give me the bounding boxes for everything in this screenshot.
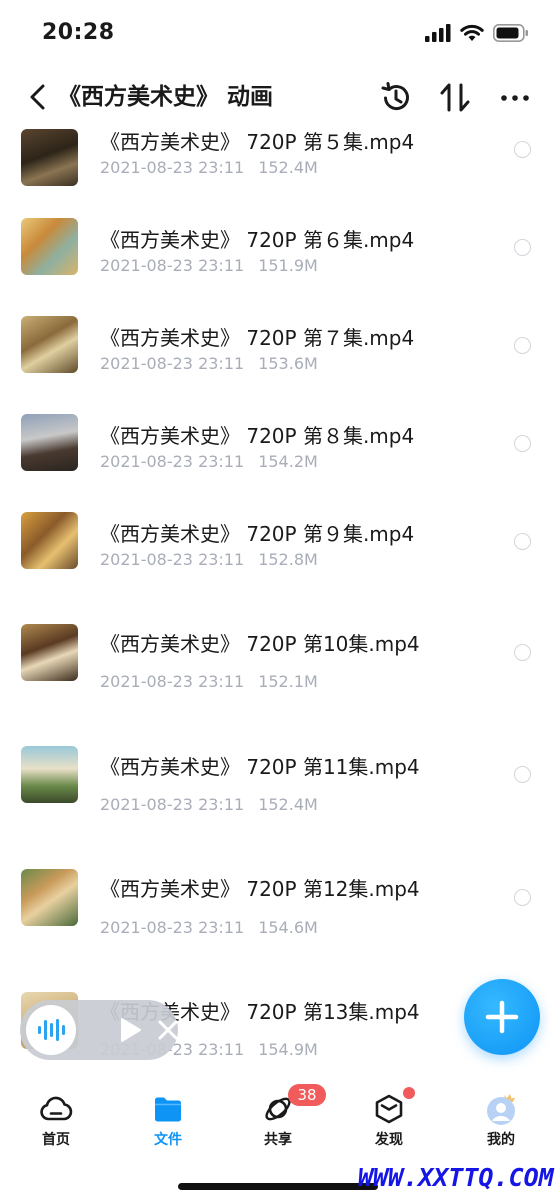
status-time: 20:28 <box>42 20 115 45</box>
select-radio[interactable] <box>514 435 531 452</box>
file-name: 《西方美术史》 720P 第12集.mp4 <box>100 877 420 901</box>
sort-icon[interactable] <box>437 80 473 116</box>
video-thumbnail <box>21 746 78 803</box>
status-icons <box>425 24 529 42</box>
folder-icon <box>155 1097 181 1122</box>
file-name: 《西方美术史》 720P 第５集.mp4 <box>100 130 415 154</box>
sound-wave-icon <box>38 1019 65 1041</box>
select-radio[interactable] <box>514 337 531 354</box>
tab-home[interactable]: 首页 <box>16 1092 96 1152</box>
tab-label: 首页 <box>42 1132 70 1148</box>
file-size: 154.6M <box>258 918 318 937</box>
file-meta: 2021-08-23 23:11 153.6M <box>100 354 318 373</box>
file-date: 2021-08-23 23:11 <box>100 795 245 814</box>
file-name: 《西方美术史》 720P 第９集.mp4 <box>100 522 415 546</box>
file-name: 《西方美术史》 720P 第10集.mp4 <box>100 632 420 656</box>
file-list: 《西方美术史》 720P 第５集.mp4 2021-08-23 23:11 152… <box>0 126 555 1070</box>
tab-label: 发现 <box>375 1132 403 1148</box>
tab-label: 文件 <box>154 1132 182 1148</box>
file-size: 152.4M <box>258 158 318 177</box>
video-thumbnail <box>21 414 78 471</box>
status-bar: 20:28 <box>0 0 555 70</box>
battery-icon <box>493 24 528 42</box>
file-meta: 2021-08-23 23:11 152.4M <box>100 158 318 177</box>
file-size: 153.6M <box>258 354 318 373</box>
plus-icon <box>485 1000 519 1034</box>
file-meta: 2021-08-23 23:11 152.1M <box>100 672 318 691</box>
video-thumbnail <box>21 218 78 275</box>
home-indicator <box>178 1183 378 1190</box>
audio-wave-button[interactable] <box>26 1005 76 1055</box>
tab-label: 我的 <box>487 1132 515 1148</box>
history-icon[interactable] <box>378 80 414 116</box>
file-size: 152.4M <box>258 795 318 814</box>
select-radio[interactable] <box>514 533 531 550</box>
file-size: 152.8M <box>258 550 318 569</box>
file-meta: 2021-08-23 23:11 152.8M <box>100 550 318 569</box>
file-size: 154.9M <box>258 1040 318 1059</box>
file-date: 2021-08-23 23:11 <box>100 918 245 937</box>
file-meta: 2021-08-23 23:11 154.6M <box>100 918 318 937</box>
watermark: WWW.XXTTQ.COM <box>358 1163 554 1192</box>
select-radio[interactable] <box>514 766 531 783</box>
select-radio[interactable] <box>514 889 531 906</box>
video-thumbnail <box>21 624 78 681</box>
video-thumbnail <box>21 316 78 373</box>
wifi-icon <box>460 24 484 41</box>
play-icon[interactable] <box>116 1016 144 1044</box>
add-button[interactable] <box>464 979 540 1055</box>
video-thumbnail <box>21 512 78 569</box>
tab-discover[interactable]: 发现 <box>349 1092 429 1152</box>
file-meta: 2021-08-23 23:11 154.2M <box>100 452 318 471</box>
page-title: 《西方美术史》 动画 <box>58 84 274 110</box>
notification-dot <box>403 1087 415 1099</box>
video-thumbnail <box>21 869 78 926</box>
file-name: 《西方美术史》 720P 第11集.mp4 <box>100 755 420 779</box>
file-size: 152.1M <box>258 672 318 691</box>
tab-label: 共享 <box>264 1132 292 1148</box>
cube-icon <box>375 1094 403 1124</box>
select-radio[interactable] <box>514 239 531 256</box>
file-size: 151.9M <box>258 256 318 275</box>
file-meta: 2021-08-23 23:11 152.4M <box>100 795 318 814</box>
avatar-icon <box>487 1094 515 1125</box>
file-date: 2021-08-23 23:11 <box>100 354 245 373</box>
audio-player[interactable] <box>20 1000 178 1060</box>
file-name: 《西方美术史》 720P 第８集.mp4 <box>100 424 415 448</box>
back-arrow-icon[interactable] <box>22 80 56 114</box>
select-radio[interactable] <box>514 141 531 158</box>
select-radio[interactable] <box>514 644 531 661</box>
video-thumbnail <box>21 129 78 186</box>
file-date: 2021-08-23 23:11 <box>100 158 245 177</box>
file-meta: 2021-08-23 23:11 151.9M <box>100 256 318 275</box>
file-date: 2021-08-23 23:11 <box>100 452 245 471</box>
file-date: 2021-08-23 23:11 <box>100 256 245 275</box>
file-size: 154.2M <box>258 452 318 471</box>
close-icon[interactable] <box>156 1018 180 1042</box>
file-name: 《西方美术史》 720P 第７集.mp4 <box>100 326 415 350</box>
tab-files[interactable]: 文件 <box>128 1092 208 1152</box>
tab-profile[interactable]: 我的 <box>461 1092 541 1152</box>
file-name: 《西方美术史》 720P 第６集.mp4 <box>100 228 415 252</box>
cloud-icon <box>40 1096 73 1121</box>
more-icon[interactable] <box>497 80 533 116</box>
file-date: 2021-08-23 23:11 <box>100 672 245 691</box>
notification-badge: 38 <box>288 1084 326 1106</box>
file-date: 2021-08-23 23:11 <box>100 550 245 569</box>
nav-bar: 《西方美术史》 动画 <box>0 70 555 126</box>
cellular-signal-icon <box>425 24 451 42</box>
